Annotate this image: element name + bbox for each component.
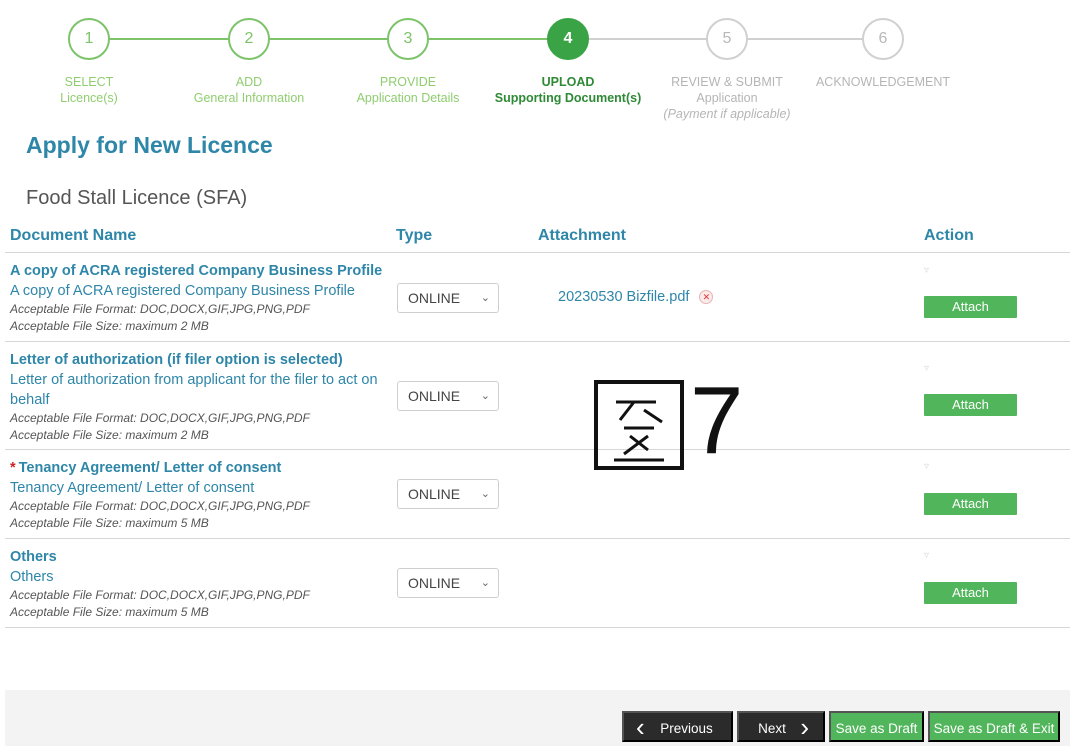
document-cell: * Tenancy Agreement/ Letter of consent Te…	[10, 458, 390, 532]
document-description: Others	[10, 569, 54, 585]
progress-stepper: 1 SELECT Licence(s) 2 ADD General Inform…	[0, 0, 1080, 125]
step-label: SELECT Licence(s)	[9, 74, 169, 106]
next-label: Next	[758, 721, 786, 736]
licence-name: Food Stall Licence (SFA)	[26, 187, 248, 209]
step-label: ACKNOWLEDGEMENT	[803, 74, 963, 90]
type-select-value: ONLINE	[408, 575, 461, 591]
step-label: REVIEW & SUBMIT Application (Payment if …	[647, 74, 807, 122]
type-select-value: ONLINE	[408, 486, 461, 502]
attachment-file-link[interactable]: 20230530 Bizfile.pdf	[558, 289, 689, 305]
step-label-line1: ACKNOWLEDGEMENT	[815, 75, 951, 89]
next-button[interactable]: Next ›	[737, 711, 825, 742]
type-select[interactable]: ONLINE ⌄	[397, 381, 499, 411]
attach-button[interactable]: Attach	[924, 296, 1017, 318]
chevron-right-icon: ›	[800, 712, 809, 742]
header-document-name: Document Name	[10, 227, 137, 244]
step-label-line1: ADD	[235, 75, 263, 89]
document-title: Others	[10, 549, 57, 565]
document-description: Tenancy Agreement/ Letter of consent	[10, 480, 255, 496]
step-number: 1	[68, 18, 110, 60]
file-format-note: Acceptable File Format: DOC,DOCX,GIF,JPG…	[10, 499, 310, 513]
document-cell: Letter of authorization (if filer option…	[10, 350, 390, 444]
table-row: Letter of authorization (if filer option…	[5, 342, 1070, 450]
document-cell: Others Others Acceptable File Format: DO…	[10, 547, 390, 621]
step-number: 2	[228, 18, 270, 60]
file-format-note: Acceptable File Format: DOC,DOCX,GIF,JPG…	[10, 588, 310, 602]
document-title: A copy of ACRA registered Company Busine…	[10, 263, 383, 279]
expand-icon: ▿	[924, 363, 930, 374]
step-number: 3	[387, 18, 429, 60]
save-draft-exit-button[interactable]: Save as Draft & Exit	[928, 711, 1060, 742]
header-attachment: Attachment	[538, 227, 627, 244]
expand-icon: ▿	[924, 550, 930, 561]
document-title: Letter of authorization (if filer option…	[10, 352, 343, 368]
file-size-note: Acceptable File Size: maximum 2 MB	[10, 428, 209, 442]
attach-button[interactable]: Attach	[924, 582, 1017, 604]
type-select-value: ONLINE	[408, 290, 461, 306]
previous-label: Previous	[660, 721, 713, 736]
file-size-note: Acceptable File Size: maximum 5 MB	[10, 516, 209, 530]
attach-button[interactable]: Attach	[924, 493, 1017, 515]
table-row: Others Others Acceptable File Format: DO…	[5, 539, 1070, 628]
chevron-down-icon: ⌄	[480, 577, 490, 589]
document-description: Letter of authorization from applicant f…	[10, 372, 378, 408]
step-add-general-info[interactable]: 2 ADD General Information	[169, 18, 329, 106]
chevron-left-icon: ‹	[636, 712, 645, 742]
step-label-line1: REVIEW & SUBMIT	[671, 75, 783, 89]
step-label-line1: UPLOAD	[541, 75, 595, 89]
file-size-note: Acceptable File Size: maximum 2 MB	[10, 319, 209, 333]
step-select-licence[interactable]: 1 SELECT Licence(s)	[9, 18, 169, 106]
step-upload-documents: 4 UPLOAD Supporting Document(s)	[488, 18, 648, 106]
expand-icon: ▿	[924, 461, 930, 472]
step-label-line2: Supporting Document(s)	[494, 91, 642, 105]
type-select-value: ONLINE	[408, 388, 461, 404]
table-header: Document Name Type Attachment Action	[5, 222, 1070, 253]
document-description: A copy of ACRA registered Company Busine…	[10, 283, 355, 299]
attachment-cell: 20230530 Bizfile.pdf ✕	[558, 289, 714, 305]
step-label-line1: SELECT	[64, 75, 114, 89]
save-draft-button[interactable]: Save as Draft	[829, 711, 924, 742]
document-title-text: Tenancy Agreement/ Letter of consent	[18, 460, 282, 476]
file-format-note: Acceptable File Format: DOC,DOCX,GIF,JPG…	[10, 302, 310, 316]
step-label: ADD General Information	[169, 74, 329, 106]
attach-button[interactable]: Attach	[924, 394, 1017, 416]
table-row: * Tenancy Agreement/ Letter of consent Te…	[5, 450, 1070, 539]
chevron-down-icon: ⌄	[480, 390, 490, 402]
step-number: 5	[706, 18, 748, 60]
type-select[interactable]: ONLINE ⌄	[397, 283, 499, 313]
step-label-line2: General Information	[193, 91, 305, 105]
watermark-glyph-icon	[594, 380, 684, 470]
type-select[interactable]: ONLINE ⌄	[397, 479, 499, 509]
step-label-line2: Application	[696, 91, 758, 105]
step-label: UPLOAD Supporting Document(s)	[488, 74, 648, 106]
step-label-line1: PROVIDE	[379, 75, 437, 89]
required-marker: *	[10, 460, 16, 476]
step-review-submit: 5 REVIEW & SUBMIT Application (Payment i…	[647, 18, 807, 122]
step-provide-details[interactable]: 3 PROVIDE Application Details	[328, 18, 488, 106]
step-label: PROVIDE Application Details	[328, 74, 488, 106]
type-select[interactable]: ONLINE ⌄	[397, 568, 499, 598]
step-label-line2: Licence(s)	[60, 91, 118, 105]
header-type: Type	[396, 227, 433, 244]
document-title: * Tenancy Agreement/ Letter of consent	[10, 458, 390, 478]
table-row: A copy of ACRA registered Company Busine…	[5, 253, 1070, 342]
expand-icon: ▿	[924, 265, 930, 276]
step-label-note: (Payment if applicable)	[663, 107, 791, 121]
chevron-down-icon: ⌄	[480, 488, 490, 500]
step-acknowledgement: 6 ACKNOWLEDGEMENT	[803, 18, 963, 90]
page-title: Apply for New Licence	[26, 132, 273, 158]
step-label-line2: Application Details	[356, 91, 460, 105]
step-number: 4	[547, 18, 589, 60]
documents-table: Document Name Type Attachment Action A c…	[5, 222, 1070, 628]
previous-button[interactable]: ‹ Previous	[622, 711, 733, 742]
file-size-note: Acceptable File Size: maximum 5 MB	[10, 605, 209, 619]
watermark-text: 7	[690, 367, 744, 474]
header-action: Action	[924, 227, 974, 244]
chevron-down-icon: ⌄	[480, 292, 490, 304]
step-number: 6	[862, 18, 904, 60]
remove-attachment-icon[interactable]: ✕	[699, 290, 714, 305]
file-format-note: Acceptable File Format: DOC,DOCX,GIF,JPG…	[10, 411, 310, 425]
document-cell: A copy of ACRA registered Company Busine…	[10, 261, 390, 335]
